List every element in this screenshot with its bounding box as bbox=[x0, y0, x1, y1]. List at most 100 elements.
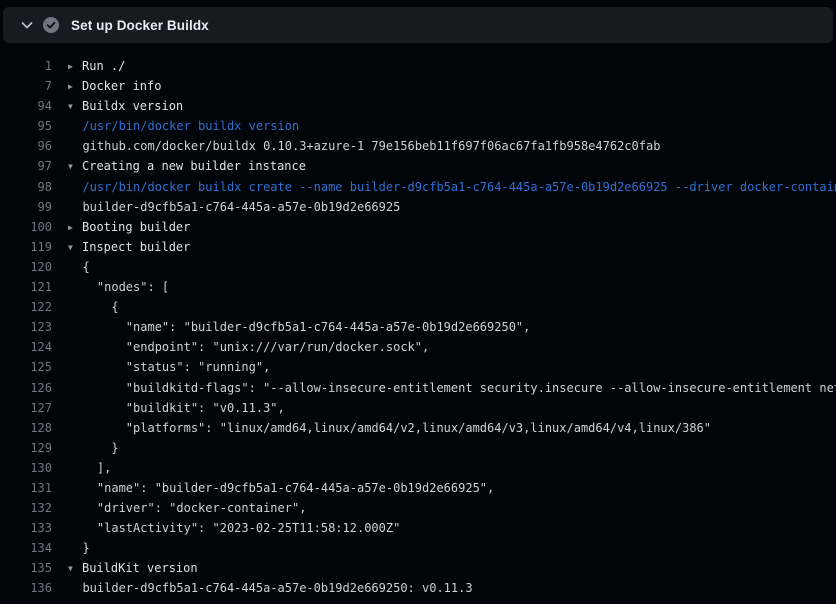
log-line: 128 "platforms": "linux/amd64,linux/amd6… bbox=[0, 418, 836, 438]
group-label[interactable]: Booting builder bbox=[82, 220, 190, 234]
log-text: "status": "running", bbox=[68, 357, 270, 377]
line-number[interactable]: 124 bbox=[0, 337, 52, 357]
group-label[interactable]: Creating a new builder instance bbox=[82, 159, 306, 173]
log-line: 131 "name": "builder-d9cfb5a1-c764-445a-… bbox=[0, 478, 836, 498]
log-line[interactable]: 1 ▶ Run ./ bbox=[0, 56, 836, 76]
line-number[interactable]: 120 bbox=[0, 257, 52, 277]
expand-arrow-icon[interactable]: ▶ bbox=[68, 57, 77, 77]
log-line: 126 "buildkitd-flags": "--allow-insecure… bbox=[0, 378, 836, 398]
log-line: 95 /usr/bin/docker buildx version bbox=[0, 116, 836, 136]
log-text: "buildkit": "v0.11.3", bbox=[68, 398, 285, 418]
log-text[interactable]: ▼ BuildKit version bbox=[68, 558, 198, 578]
log-text[interactable]: ▼ Inspect builder bbox=[68, 237, 190, 257]
log-line: 133 "lastActivity": "2023-02-25T11:58:12… bbox=[0, 518, 836, 538]
line-number[interactable]: 136 bbox=[0, 578, 52, 598]
log-line[interactable]: 7 ▶ Docker info bbox=[0, 76, 836, 96]
log-line: 124 "endpoint": "unix:///var/run/docker.… bbox=[0, 337, 836, 357]
check-circle-icon bbox=[43, 17, 59, 33]
line-number[interactable]: 134 bbox=[0, 538, 52, 558]
group-label[interactable]: Docker info bbox=[82, 79, 161, 93]
line-number[interactable]: 123 bbox=[0, 317, 52, 337]
line-number[interactable]: 131 bbox=[0, 478, 52, 498]
log-text[interactable]: ▼ Creating a new builder instance bbox=[68, 156, 306, 176]
collapse-arrow-icon[interactable]: ▼ bbox=[68, 157, 77, 177]
log-line: 99 builder-d9cfb5a1-c764-445a-a57e-0b19d… bbox=[0, 197, 836, 217]
line-number[interactable]: 129 bbox=[0, 438, 52, 458]
line-number[interactable]: 126 bbox=[0, 378, 52, 398]
log-text: "lastActivity": "2023-02-25T11:58:12.000… bbox=[68, 518, 400, 538]
log-line: 120 { bbox=[0, 257, 836, 277]
log-text: "endpoint": "unix:///var/run/docker.sock… bbox=[68, 337, 429, 357]
log-text[interactable]: ▶ Booting builder bbox=[68, 217, 190, 237]
line-number[interactable]: 119 bbox=[0, 237, 52, 257]
log-line: 136 builder-d9cfb5a1-c764-445a-a57e-0b19… bbox=[0, 578, 836, 598]
log-line: 96 github.com/docker/buildx 0.10.3+azure… bbox=[0, 136, 836, 156]
line-number[interactable]: 95 bbox=[0, 116, 52, 136]
log-line: 123 "name": "builder-d9cfb5a1-c764-445a-… bbox=[0, 317, 836, 337]
line-number[interactable]: 98 bbox=[0, 177, 52, 197]
group-label[interactable]: BuildKit version bbox=[82, 561, 198, 575]
log-line: 125 "status": "running", bbox=[0, 357, 836, 377]
log-text[interactable]: ▼ Buildx version bbox=[68, 96, 183, 116]
log-text: { bbox=[68, 297, 119, 317]
group-label[interactable]: Run ./ bbox=[82, 59, 125, 73]
log-text: "nodes": [ bbox=[68, 277, 169, 297]
collapse-arrow-icon[interactable]: ▼ bbox=[68, 97, 77, 117]
log-line[interactable]: 119 ▼ Inspect builder bbox=[0, 237, 836, 257]
expand-arrow-icon[interactable]: ▶ bbox=[68, 77, 77, 97]
log-text: { bbox=[68, 257, 90, 277]
log-text: /usr/bin/docker buildx version bbox=[68, 116, 299, 136]
log-line: 130 ], bbox=[0, 458, 836, 478]
line-number[interactable]: 128 bbox=[0, 418, 52, 438]
log-text: builder-d9cfb5a1-c764-445a-a57e-0b19d2e6… bbox=[68, 197, 400, 217]
line-number[interactable]: 100 bbox=[0, 217, 52, 237]
log-line: 122 { bbox=[0, 297, 836, 317]
log-line: 134 } bbox=[0, 538, 836, 558]
log-line[interactable]: 100 ▶ Booting builder bbox=[0, 217, 836, 237]
log-line: 127 "buildkit": "v0.11.3", bbox=[0, 398, 836, 418]
log-text: github.com/docker/buildx 0.10.3+azure-1 … bbox=[68, 136, 660, 156]
line-number[interactable]: 122 bbox=[0, 297, 52, 317]
log-text: } bbox=[68, 438, 119, 458]
expand-arrow-icon[interactable]: ▶ bbox=[68, 218, 77, 238]
log-text: "name": "builder-d9cfb5a1-c764-445a-a57e… bbox=[68, 478, 494, 498]
group-label[interactable]: Buildx version bbox=[82, 99, 183, 113]
log-line: 98 /usr/bin/docker buildx create --name … bbox=[0, 177, 836, 197]
collapse-arrow-icon[interactable]: ▼ bbox=[68, 559, 77, 579]
line-number[interactable]: 135 bbox=[0, 558, 52, 578]
log-text[interactable]: ▶ Run ./ bbox=[68, 56, 125, 76]
log-line[interactable]: 97 ▼ Creating a new builder instance bbox=[0, 156, 836, 176]
line-number[interactable]: 94 bbox=[0, 96, 52, 116]
line-number[interactable]: 96 bbox=[0, 136, 52, 156]
log-line[interactable]: 94 ▼ Buildx version bbox=[0, 96, 836, 116]
line-number[interactable]: 7 bbox=[0, 76, 52, 96]
group-label[interactable]: Inspect builder bbox=[82, 240, 190, 254]
line-number[interactable]: 132 bbox=[0, 498, 52, 518]
log-line: 132 "driver": "docker-container", bbox=[0, 498, 836, 518]
log-line[interactable]: 135 ▼ BuildKit version bbox=[0, 558, 836, 578]
log-line: 129 } bbox=[0, 438, 836, 458]
line-number[interactable]: 99 bbox=[0, 197, 52, 217]
line-number[interactable]: 97 bbox=[0, 156, 52, 176]
line-number[interactable]: 133 bbox=[0, 518, 52, 538]
line-number[interactable]: 1 bbox=[0, 56, 52, 76]
log-text: "name": "builder-d9cfb5a1-c764-445a-a57e… bbox=[68, 317, 530, 337]
log-line: 121 "nodes": [ bbox=[0, 277, 836, 297]
line-number[interactable]: 127 bbox=[0, 398, 52, 418]
log-text: "driver": "docker-container", bbox=[68, 498, 306, 518]
log-container: 1 ▶ Run ./ 7 ▶ Docker info 94 ▼ Buildx version 95… bbox=[0, 56, 836, 604]
log-text: /usr/bin/docker buildx create --name bui… bbox=[68, 177, 836, 197]
log-text: "buildkitd-flags": "--allow-insecure-ent… bbox=[68, 378, 836, 398]
step-title: Set up Docker Buildx bbox=[71, 18, 209, 33]
line-number[interactable]: 125 bbox=[0, 357, 52, 377]
line-number[interactable]: 130 bbox=[0, 458, 52, 478]
step-header[interactable]: Set up Docker Buildx bbox=[3, 7, 833, 43]
log-text[interactable]: ▶ Docker info bbox=[68, 76, 161, 96]
log-text: builder-d9cfb5a1-c764-445a-a57e-0b19d2e6… bbox=[68, 578, 473, 598]
collapse-arrow-icon[interactable]: ▼ bbox=[68, 238, 77, 258]
log-text: ], bbox=[68, 458, 111, 478]
line-number[interactable]: 121 bbox=[0, 277, 52, 297]
log-text: "platforms": "linux/amd64,linux/amd64/v2… bbox=[68, 418, 711, 438]
log-text: } bbox=[68, 538, 90, 558]
chevron-down-icon[interactable] bbox=[19, 17, 35, 33]
